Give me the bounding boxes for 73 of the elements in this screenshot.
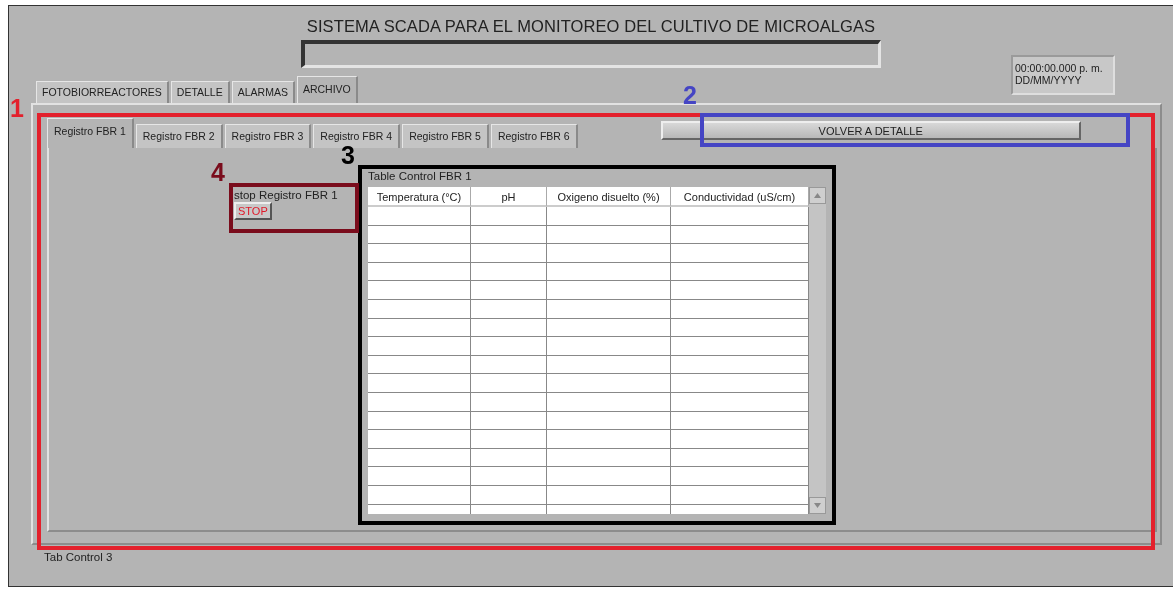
- table-cell[interactable]: [471, 318, 547, 338]
- tab[interactable]: Registro FBR 3: [224, 124, 312, 148]
- scroll-up-icon[interactable]: [809, 187, 826, 204]
- scrollbar[interactable]: [809, 187, 826, 514]
- table-cell[interactable]: [368, 355, 471, 375]
- table-cell[interactable]: [547, 355, 671, 375]
- table-cell[interactable]: [368, 337, 471, 356]
- table-cell[interactable]: [547, 411, 671, 431]
- table-cell[interactable]: [471, 411, 547, 431]
- tab[interactable]: FOTOBIORREACTORES: [36, 81, 169, 103]
- table-cell[interactable]: [471, 281, 547, 300]
- table-cell[interactable]: [547, 430, 671, 449]
- table-cell[interactable]: [368, 448, 471, 468]
- tab[interactable]: Registro FBR 2: [135, 124, 223, 148]
- table-cell[interactable]: [547, 374, 671, 393]
- back-button[interactable]: VOLVER A DETALLE: [660, 121, 1081, 140]
- table-cell[interactable]: [547, 485, 671, 505]
- clock-time: 00:00:00.000 p. m.: [1015, 62, 1104, 74]
- table-label: Table Control FBR 1: [368, 170, 473, 182]
- table-cell[interactable]: [547, 467, 671, 486]
- table-cell[interactable]: [368, 244, 471, 263]
- table-cell[interactable]: [368, 392, 471, 412]
- table-cell[interactable]: [368, 374, 471, 393]
- table-cell[interactable]: [471, 467, 547, 486]
- table-cell[interactable]: [547, 207, 671, 226]
- table-cell[interactable]: [471, 355, 547, 375]
- table-cell[interactable]: [547, 262, 671, 282]
- callout-number: 1: [10, 96, 24, 121]
- table-cell[interactable]: [471, 430, 547, 449]
- table-cell[interactable]: [471, 392, 547, 412]
- tab[interactable]: ALARMAS: [231, 81, 295, 103]
- table-cell[interactable]: [471, 207, 547, 226]
- table-cell[interactable]: [368, 430, 471, 449]
- tab[interactable]: DETALLE: [170, 81, 230, 103]
- table-cell[interactable]: [547, 281, 671, 300]
- tab[interactable]: Registro FBR 6: [490, 124, 578, 148]
- tab[interactable]: ARCHIVO: [296, 76, 358, 103]
- window-title: SISTEMA SCADA PARA EL MONITOREO DEL CULTIVO DE MICROALGAS: [306, 17, 876, 36]
- table-cell[interactable]: [471, 262, 547, 282]
- tab[interactable]: Registro FBR 5: [402, 124, 489, 148]
- clock-date: DD/MM/YYYY: [1015, 74, 1083, 86]
- callout-number: 4: [211, 160, 225, 185]
- callout-number: 2: [683, 83, 697, 108]
- table-cell[interactable]: [471, 225, 547, 245]
- table-cell[interactable]: [547, 318, 671, 338]
- table-cell[interactable]: [368, 262, 471, 282]
- column-header[interactable]: Oxigeno disuelto (%): [547, 187, 671, 207]
- table-cell[interactable]: [368, 207, 471, 226]
- table-cell[interactable]: [368, 225, 471, 245]
- table-cell[interactable]: [368, 485, 471, 505]
- table-cell[interactable]: [547, 225, 671, 245]
- table-cell[interactable]: [368, 411, 471, 431]
- table-cell[interactable]: [471, 299, 547, 319]
- table-cell[interactable]: [547, 392, 671, 412]
- scroll-down-icon[interactable]: [809, 497, 826, 514]
- table-cell[interactable]: [368, 281, 471, 300]
- table-cell[interactable]: [368, 318, 471, 338]
- table-cell[interactable]: [471, 448, 547, 468]
- table-cell[interactable]: [547, 448, 671, 468]
- table-cell[interactable]: [368, 467, 471, 486]
- table-cell[interactable]: [471, 485, 547, 505]
- tab[interactable]: Registro FBR 1: [47, 118, 134, 148]
- table-cell[interactable]: [547, 244, 671, 263]
- table-cell[interactable]: [471, 337, 547, 356]
- table-cell[interactable]: [547, 337, 671, 356]
- table-cell[interactable]: [471, 374, 547, 393]
- tab-control-label: Tab Control 3: [44, 551, 113, 563]
- table-cell[interactable]: [368, 299, 471, 319]
- stop-label: stop Registro FBR 1: [234, 189, 338, 201]
- table-cell[interactable]: [471, 244, 547, 263]
- column-header[interactable]: Temperatura (°C): [368, 187, 471, 207]
- table-cell[interactable]: [547, 299, 671, 319]
- column-header[interactable]: pH: [471, 187, 547, 207]
